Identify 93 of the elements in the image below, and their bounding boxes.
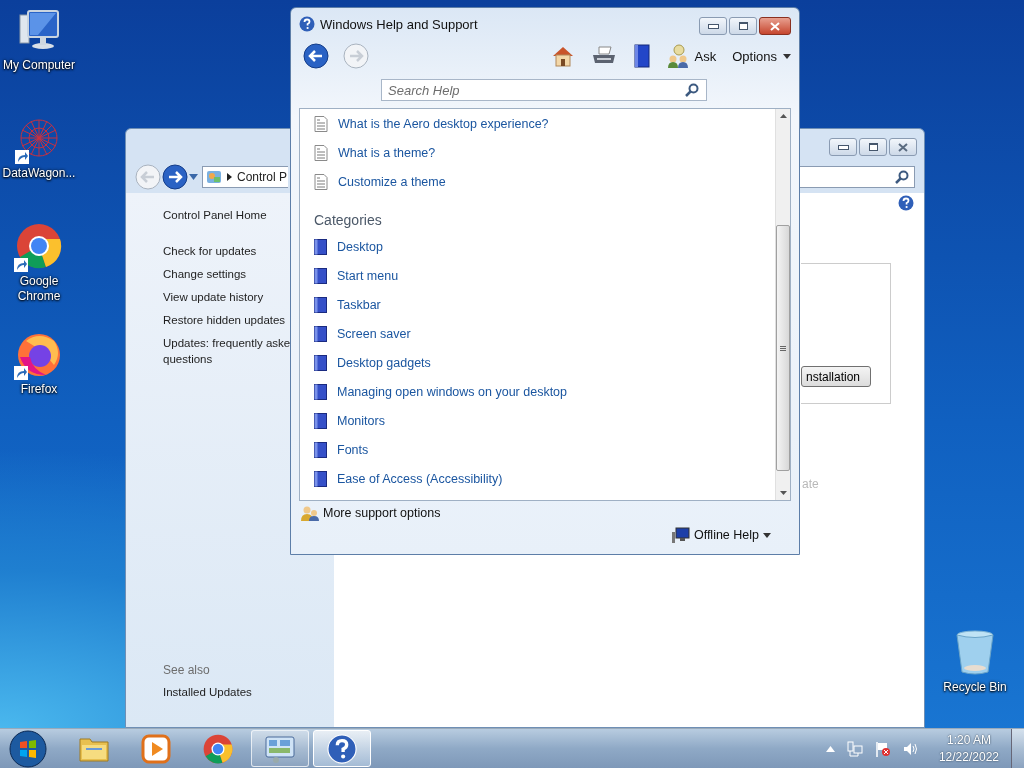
desktop-icon-label[interactable]: DataWagon...	[2, 166, 76, 181]
help-icon[interactable]	[898, 195, 914, 211]
search-field[interactable]	[797, 165, 915, 188]
address-bar[interactable]: Control P	[202, 165, 288, 188]
play-icon	[141, 733, 171, 764]
minimize-icon	[707, 23, 719, 29]
help-category-link[interactable]: Ease of Access (Accessibility)	[337, 471, 503, 486]
desktop-icon-label[interactable]: My Computer	[3, 58, 75, 73]
book-icon	[314, 296, 327, 313]
ask-button[interactable]: Ask	[666, 44, 717, 68]
sidebar-link[interactable]: Updates: frequently aske questions	[163, 335, 291, 367]
scrollbar[interactable]	[775, 109, 790, 500]
document-icon	[314, 173, 328, 190]
help-category-link[interactable]: Desktop	[337, 239, 383, 254]
help-category-link[interactable]: Monitors	[337, 413, 385, 428]
help-category-link[interactable]: Desktop gadgets	[337, 355, 431, 370]
help-category-link[interactable]: Managing open windows on your desktop	[337, 384, 567, 399]
desktop-icon-label[interactable]: Recycle Bin	[943, 680, 1007, 695]
forward-button[interactable]	[162, 163, 188, 190]
help-icon	[327, 733, 357, 764]
search-icon	[895, 169, 909, 184]
help-topic-link[interactable]: Customize a theme	[338, 174, 446, 189]
sidebar-link[interactable]: Check for updates	[163, 243, 257, 259]
start-button[interactable]	[9, 729, 47, 768]
desktop-icon-label[interactable]: Google Chrome	[14, 274, 64, 304]
scroll-up-icon	[779, 114, 787, 118]
close-icon	[770, 21, 780, 31]
help-category-link[interactable]: Start menu	[337, 268, 399, 283]
people-icon	[301, 505, 319, 521]
show-desktop-button[interactable]	[1011, 729, 1024, 768]
chrome-icon	[203, 733, 233, 764]
help-category-link[interactable]: Taskbar	[337, 297, 381, 312]
sidebar-link[interactable]: Restore hidden updates	[163, 312, 286, 328]
close-button[interactable]	[759, 17, 791, 35]
dropdown-caret-icon[interactable]	[189, 173, 198, 180]
back-button[interactable]	[303, 43, 329, 69]
close-button[interactable]	[889, 138, 917, 156]
more-support-button[interactable]: More support options	[301, 505, 791, 521]
window-title: Windows Help and Support	[320, 16, 478, 32]
printer-icon[interactable]	[590, 46, 617, 66]
book-icon	[314, 238, 327, 255]
status-text: ate	[802, 477, 819, 491]
minimize-button[interactable]	[699, 17, 727, 35]
help-category-link[interactable]: Screen saver	[337, 326, 411, 341]
chrome-icon[interactable]	[16, 223, 62, 269]
recycle-bin-icon[interactable]	[955, 630, 995, 676]
scroll-down-icon	[779, 491, 787, 495]
help-icon	[299, 16, 315, 32]
sidebar-link[interactable]: Installed Updates	[163, 684, 252, 700]
search-field[interactable]: Search Help	[381, 79, 707, 101]
install-button[interactable]: nstallation	[801, 366, 871, 387]
maximize-icon	[868, 143, 878, 151]
help-topic-link[interactable]: What is a theme?	[338, 145, 436, 160]
firefox-icon[interactable]	[16, 331, 62, 377]
see-also-heading: See also	[163, 663, 211, 677]
minimize-button[interactable]	[829, 138, 857, 156]
book-icon	[314, 441, 327, 458]
document-icon	[314, 115, 328, 132]
sidebar-link[interactable]: Change settings	[163, 266, 247, 282]
taskbar-button[interactable]	[251, 730, 309, 767]
book-icon	[314, 325, 327, 342]
book-icon	[314, 383, 327, 400]
desktop-icon-label[interactable]: Firefox	[20, 382, 58, 397]
taskbar-button[interactable]	[313, 730, 371, 767]
caret-icon	[763, 532, 771, 538]
book-icon	[314, 412, 327, 429]
control-panel-icon	[264, 733, 296, 764]
maximize-button[interactable]	[859, 138, 887, 156]
options-menu-button[interactable]: Options	[732, 48, 791, 64]
book-icon	[314, 470, 327, 487]
book-icon	[314, 354, 327, 371]
computer-icon[interactable]	[16, 9, 62, 51]
maximize-button[interactable]	[729, 17, 757, 35]
book-icon	[314, 267, 327, 284]
help-topic-link[interactable]: What is the Aero desktop experience?	[338, 116, 549, 131]
document-icon	[314, 144, 328, 161]
flag-error-icon[interactable]	[874, 740, 891, 757]
offline-help-button[interactable]: Offline Help	[671, 527, 771, 543]
network-graph-icon[interactable]	[17, 116, 61, 160]
close-icon	[898, 142, 908, 152]
people-icon	[666, 44, 689, 68]
book-icon[interactable]	[632, 44, 651, 68]
minimize-icon	[837, 144, 849, 150]
maximize-icon	[738, 22, 748, 30]
control-panel-icon	[206, 168, 222, 185]
breadcrumb-arrow-icon[interactable]	[227, 172, 232, 181]
help-category-link[interactable]: Fonts	[337, 442, 369, 457]
computer-icon	[671, 527, 690, 543]
search-icon[interactable]	[685, 83, 699, 97]
categories-heading: Categories	[314, 212, 383, 228]
caret-icon	[783, 53, 791, 59]
sidebar-link[interactable]: View update history	[163, 289, 264, 305]
sidebar-link[interactable]: Control Panel Home	[163, 207, 267, 223]
